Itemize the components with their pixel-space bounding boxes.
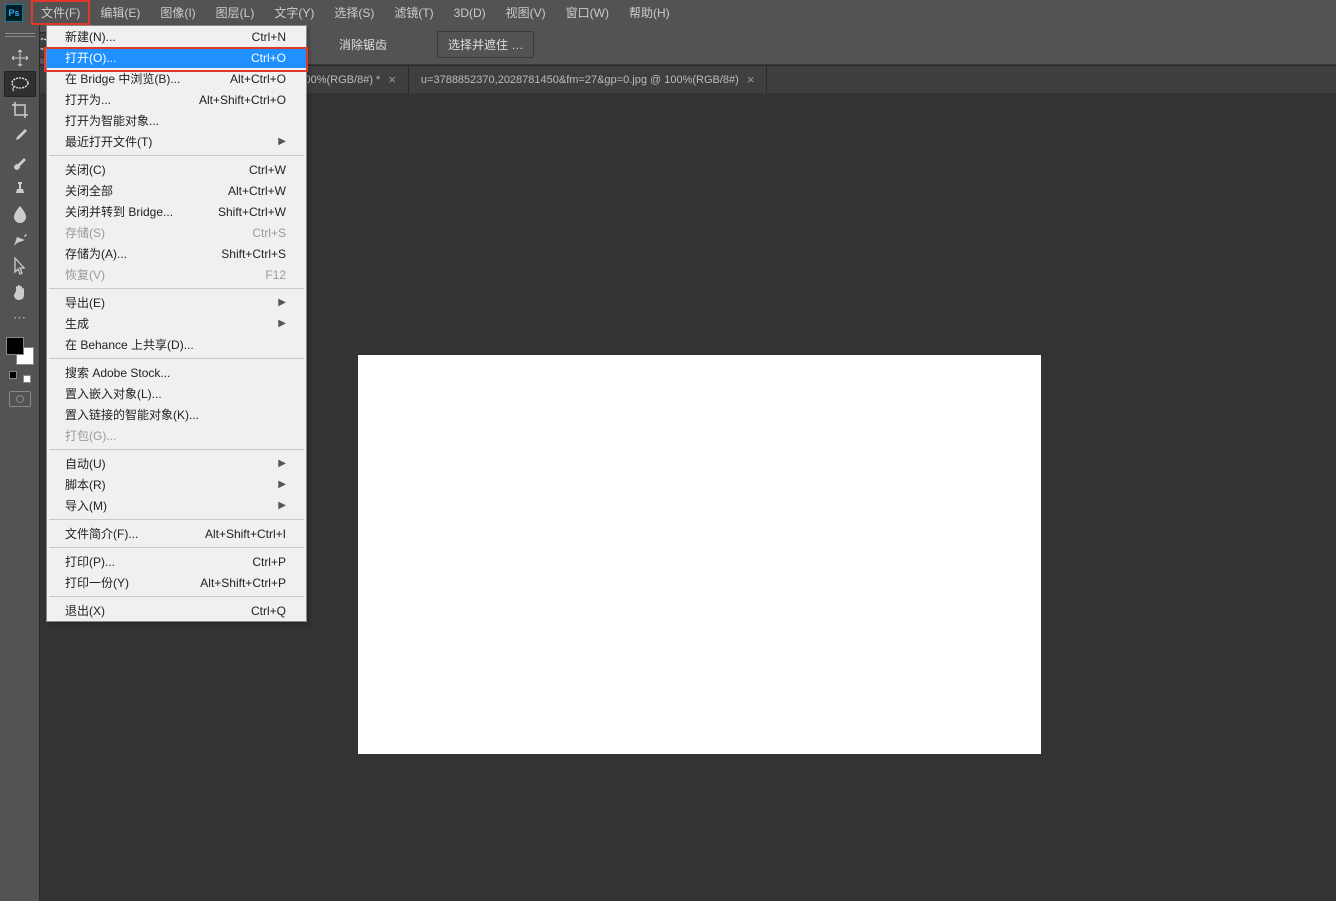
menu-open-as-smart[interactable]: 打开为智能对象... (47, 110, 306, 131)
menu-place-linked[interactable]: 置入链接的智能对象(K)... (47, 404, 306, 425)
pen-tool[interactable] (4, 227, 36, 253)
menu-export[interactable]: 导出(E)▶ (47, 292, 306, 313)
menu-separator (49, 358, 304, 359)
menu-select[interactable]: 选择(S) (324, 0, 384, 25)
color-swatches[interactable] (6, 337, 34, 365)
move-tool[interactable] (4, 45, 36, 71)
file-menu-dropdown: 新建(N)...Ctrl+N 打开(O)...Ctrl+O 在 Bridge 中… (46, 25, 307, 622)
submenu-arrow-icon: ▶ (278, 500, 286, 511)
menu-browse-bridge[interactable]: 在 Bridge 中浏览(B)...Alt+Ctrl+O (47, 68, 306, 89)
menu-separator (49, 449, 304, 450)
menu-revert[interactable]: 恢复(V)F12 (47, 264, 306, 285)
menu-3d[interactable]: 3D(D) (444, 2, 496, 24)
menu-search-stock[interactable]: 搜索 Adobe Stock... (47, 362, 306, 383)
lasso-tool[interactable] (4, 71, 36, 97)
menu-open[interactable]: 打开(O)...Ctrl+O (47, 47, 306, 68)
crop-tool[interactable] (4, 97, 36, 123)
menu-recent[interactable]: 最近打开文件(T)▶ (47, 131, 306, 152)
submenu-arrow-icon: ▶ (278, 297, 286, 308)
menu-window[interactable]: 窗口(W) (556, 0, 619, 25)
close-icon[interactable]: × (747, 73, 755, 86)
menu-open-as[interactable]: 打开为...Alt+Shift+Ctrl+O (47, 89, 306, 110)
menu-separator (49, 547, 304, 548)
artboard[interactable] (358, 355, 1041, 754)
tab-label: u=3788852370,2028781450&fm=27&gp=0.jpg @… (421, 74, 739, 86)
menu-package[interactable]: 打包(G)... (47, 425, 306, 446)
toolbar: ⋯ (0, 25, 40, 901)
menu-import[interactable]: 导入(M)▶ (47, 495, 306, 516)
submenu-arrow-icon: ▶ (278, 318, 286, 329)
menu-filter[interactable]: 滤镜(T) (384, 0, 443, 25)
blur-tool[interactable] (4, 201, 36, 227)
tab-document-3[interactable]: u=3788852370,2028781450&fm=27&gp=0.jpg @… (409, 66, 767, 93)
foreground-color[interactable] (6, 337, 24, 355)
menu-image[interactable]: 图像(I) (150, 0, 205, 25)
menu-type[interactable]: 文字(Y) (264, 0, 324, 25)
menu-help[interactable]: 帮助(H) (619, 0, 680, 25)
menu-close-bridge[interactable]: 关闭并转到 Bridge...Shift+Ctrl+W (47, 201, 306, 222)
menu-separator (49, 519, 304, 520)
menu-save-as[interactable]: 存储为(A)...Shift+Ctrl+S (47, 243, 306, 264)
default-colors[interactable] (9, 371, 31, 383)
submenu-arrow-icon: ▶ (278, 479, 286, 490)
menu-save[interactable]: 存储(S)Ctrl+S (47, 222, 306, 243)
app-logo: Ps (5, 4, 23, 22)
stamp-tool[interactable] (4, 175, 36, 201)
eyedropper-tool[interactable] (4, 123, 36, 149)
menu-view[interactable]: 视图(V) (496, 0, 556, 25)
menu-separator (49, 155, 304, 156)
menu-edit[interactable]: 编辑(E) (90, 0, 150, 25)
submenu-arrow-icon: ▶ (278, 136, 286, 147)
toolbar-grip[interactable] (5, 29, 35, 41)
menu-separator (49, 288, 304, 289)
antialias-label: 消除锯齿 (339, 36, 387, 53)
menu-file[interactable]: 文件(F) (31, 0, 90, 25)
quickmask-toggle[interactable] (9, 391, 31, 407)
submenu-arrow-icon: ▶ (278, 458, 286, 469)
menu-scripts[interactable]: 脚本(R)▶ (47, 474, 306, 495)
menu-file-info[interactable]: 文件简介(F)...Alt+Shift+Ctrl+I (47, 523, 306, 544)
menu-close[interactable]: 关闭(C)Ctrl+W (47, 159, 306, 180)
brush-tool[interactable] (4, 149, 36, 175)
more-tools[interactable]: ⋯ (4, 305, 36, 331)
menu-separator (49, 596, 304, 597)
menu-generate[interactable]: 生成▶ (47, 313, 306, 334)
menu-place-embedded[interactable]: 置入嵌入对象(L)... (47, 383, 306, 404)
select-and-mask-button[interactable]: 选择并遮住 … (437, 31, 534, 58)
menu-new[interactable]: 新建(N)...Ctrl+N (47, 26, 306, 47)
menu-print[interactable]: 打印(P)...Ctrl+P (47, 551, 306, 572)
close-icon[interactable]: × (388, 73, 396, 86)
menu-layer[interactable]: 图层(L) (206, 0, 265, 25)
menu-share-behance[interactable]: 在 Behance 上共享(D)... (47, 334, 306, 355)
menu-close-all[interactable]: 关闭全部Alt+Ctrl+W (47, 180, 306, 201)
hand-tool[interactable] (4, 279, 36, 305)
menu-exit[interactable]: 退出(X)Ctrl+Q (47, 600, 306, 621)
path-select-tool[interactable] (4, 253, 36, 279)
menu-print-one[interactable]: 打印一份(Y)Alt+Shift+Ctrl+P (47, 572, 306, 593)
menu-automate[interactable]: 自动(U)▶ (47, 453, 306, 474)
menubar: Ps 文件(F) 编辑(E) 图像(I) 图层(L) 文字(Y) 选择(S) 滤… (0, 0, 1336, 25)
